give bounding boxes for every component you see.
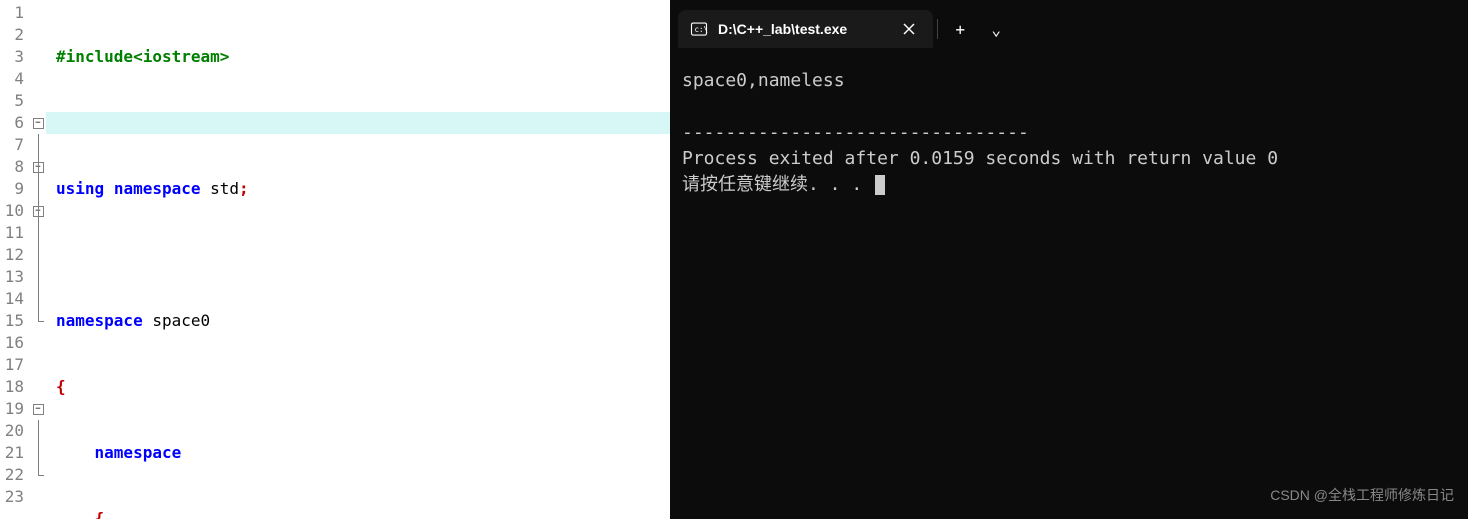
code-line: #include<iostream> — [46, 46, 670, 68]
code-line: { — [46, 508, 670, 519]
watermark: CSDN @全栈工程师修炼日记 — [1270, 485, 1454, 505]
line-number: 2 — [0, 24, 24, 46]
code-line: namespace — [46, 442, 670, 464]
line-number: 6 — [0, 112, 24, 134]
terminal-tab[interactable]: c:\ D:\C++_lab\test.exe — [678, 10, 933, 48]
code-line-active — [46, 112, 670, 134]
line-number: 9 — [0, 178, 24, 200]
tab-separator — [937, 19, 938, 39]
code-line — [46, 244, 670, 266]
line-number: 13 — [0, 266, 24, 288]
line-number: 7 — [0, 134, 24, 156]
tab-title: D:\C++_lab\test.exe — [718, 21, 847, 37]
line-number: 20 — [0, 420, 24, 442]
svg-text:c:\: c:\ — [695, 25, 709, 34]
line-number: 5 — [0, 90, 24, 112]
plus-icon: + — [955, 20, 965, 39]
output-separator: -------------------------------- — [682, 122, 1029, 143]
line-number: 17 — [0, 354, 24, 376]
line-number-gutter: 1 2 3 4 5 6 7 8 9 10 11 12 13 14 15 16 1… — [0, 0, 30, 519]
fold-gutter: − − − − — [30, 0, 46, 519]
code-editor[interactable]: 1 2 3 4 5 6 7 8 9 10 11 12 13 14 15 16 1… — [0, 0, 670, 519]
line-number: 19 — [0, 398, 24, 420]
line-number: 3 — [0, 46, 24, 68]
line-number: 4 — [0, 68, 24, 90]
line-number: 23 — [0, 486, 24, 508]
terminal-window: c:\ D:\C++_lab\test.exe + ⌄ space0,namel… — [670, 0, 1468, 519]
output-continue-prompt: 请按任意键继续. . . — [682, 174, 873, 195]
cmd-icon: c:\ — [690, 20, 708, 38]
tab-dropdown-button[interactable]: ⌄ — [978, 11, 1014, 47]
line-number: 12 — [0, 244, 24, 266]
new-tab-button[interactable]: + — [942, 11, 978, 47]
code-line: namespace space0 — [46, 310, 670, 332]
output-line: space0,nameless — [682, 70, 845, 91]
code-line: using namespace std; — [46, 178, 670, 200]
chevron-down-icon: ⌄ — [991, 20, 1001, 39]
line-number: 14 — [0, 288, 24, 310]
terminal-output[interactable]: space0,nameless ------------------------… — [670, 50, 1468, 519]
code-area[interactable]: #include<iostream> using namespace std; … — [46, 0, 670, 519]
output-exit-line: Process exited after 0.0159 seconds with… — [682, 148, 1278, 169]
line-number: 15 — [0, 310, 24, 332]
fold-toggle-icon[interactable]: − — [33, 118, 44, 129]
terminal-tab-bar: c:\ D:\C++_lab\test.exe + ⌄ — [670, 0, 1468, 50]
code-line: { — [46, 376, 670, 398]
line-number: 1 — [0, 2, 24, 24]
line-number: 10 — [0, 200, 24, 222]
line-number: 11 — [0, 222, 24, 244]
line-number: 21 — [0, 442, 24, 464]
cursor-icon — [875, 175, 885, 195]
line-number: 18 — [0, 376, 24, 398]
line-number: 22 — [0, 464, 24, 486]
line-number: 8 — [0, 156, 24, 178]
close-icon[interactable] — [897, 17, 921, 41]
line-number: 16 — [0, 332, 24, 354]
fold-toggle-icon[interactable]: − — [33, 404, 44, 415]
